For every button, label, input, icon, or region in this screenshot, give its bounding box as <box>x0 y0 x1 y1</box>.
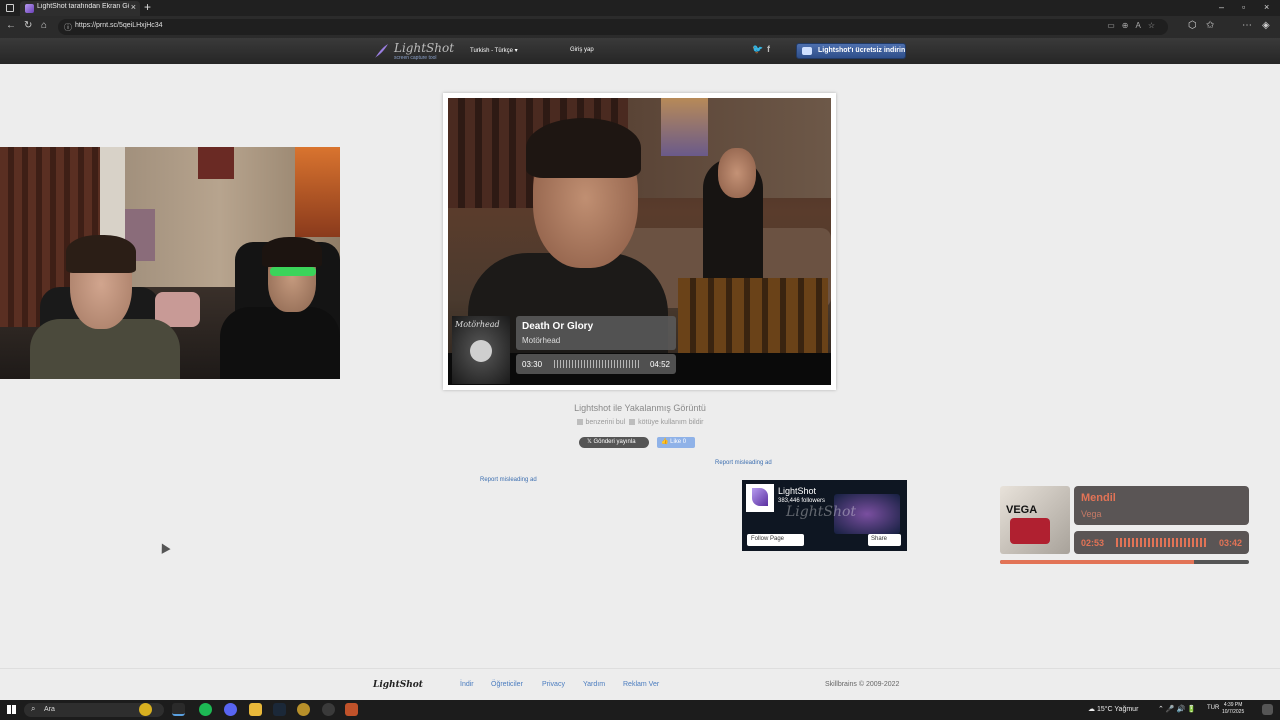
tab-actions-icon[interactable] <box>6 4 14 12</box>
download-button[interactable]: Lightshot'ı ücretsiz indirin <box>796 43 906 59</box>
report-ad-link[interactable]: Report misleading ad <box>715 460 772 466</box>
album-art: Motörhead <box>452 316 510 384</box>
home-icon[interactable]: ⌂ <box>41 20 47 31</box>
menu-icon[interactable]: ⋯ <box>1242 20 1252 31</box>
post-to-x-button[interactable]: 𝕏 Gönderi yayınla <box>579 437 649 448</box>
search-icon: ⌕ <box>31 704 36 713</box>
screenshot-frame[interactable]: Motörhead Death Or Glory Motörhead 03:30… <box>443 93 836 390</box>
language-select[interactable]: Turkish - Türkçe ▾ <box>470 47 518 54</box>
webcam-overlay <box>0 147 340 379</box>
footer-link-help[interactable]: Yardım <box>583 681 605 688</box>
share-button[interactable]: Share <box>868 534 901 546</box>
find-similar-link[interactable]: benzerini bul <box>586 419 626 426</box>
feather-icon <box>375 44 388 58</box>
copyright: Skillbrains © 2009-2022 <box>825 681 900 688</box>
screenshot-caption: Lightshot ile Yakalanmış Görüntü <box>574 403 706 413</box>
now-playing-card: Mendil Vega <box>1074 486 1249 525</box>
caption-links: benzerini bul kötüye kullanım bildir <box>0 419 1280 426</box>
browser-toolbar: ← ↻ ⌂ ⓘ https://prnt.sc/5qeiLHxjHc34 ▭⊕A… <box>0 16 1280 38</box>
obs-app-icon[interactable] <box>322 703 335 716</box>
fb-cover-watermark: LightShot <box>786 504 857 520</box>
address-bar[interactable]: ⓘ https://prnt.sc/5qeiLHxjHc34 ▭⊕A☆ <box>58 19 1168 35</box>
facebook-like-button[interactable]: 👍 Like 0 <box>657 437 695 448</box>
new-tab-button[interactable]: + <box>144 0 151 14</box>
track-duration: 03:42 <box>1218 538 1242 548</box>
minimize-button[interactable]: – <box>1219 2 1224 12</box>
extensions-icon[interactable]: ⬡ <box>1188 20 1197 31</box>
footer-link-privacy[interactable]: Privacy <box>542 681 565 688</box>
active-app-icon[interactable] <box>345 703 358 716</box>
waveform-icon <box>1116 538 1208 547</box>
download-icon <box>802 47 812 55</box>
league-app-icon[interactable] <box>297 703 310 716</box>
now-playing-card: Death Or Glory Motörhead <box>516 316 676 350</box>
input-language[interactable]: TUR <box>1207 705 1219 711</box>
footer-link-advertise[interactable]: Reklam Ver <box>623 681 659 688</box>
waveform-icon <box>554 360 640 368</box>
site-header: LightShot screen capture tool Turkish - … <box>0 38 1280 64</box>
notification-icon[interactable] <box>1262 704 1273 715</box>
album-art: VEGA <box>1000 486 1070 554</box>
report-ad-link[interactable]: Report misleading ad <box>480 477 537 483</box>
track-artist: Motörhead <box>522 336 561 345</box>
copilot-icon[interactable]: ◈ <box>1262 20 1270 31</box>
tab-title: LightShot tarafından Ekran Görün <box>37 3 129 10</box>
lightshot-favicon-icon <box>25 4 34 13</box>
report-abuse-link[interactable]: kötüye kullanım bildir <box>638 419 703 426</box>
weather-widget[interactable]: ☁ 15°C Yağmur <box>1088 705 1138 713</box>
spotify-app-icon[interactable] <box>199 703 212 716</box>
browser-tab[interactable]: LightShot tarafından Ekran Görün × <box>20 1 140 16</box>
browser-tabbar: LightShot tarafından Ekran Görün × + – ▫… <box>0 0 1280 16</box>
tab-close-icon[interactable]: × <box>131 2 136 12</box>
playback-progress-bar <box>1000 560 1249 564</box>
footer-link-download[interactable]: İndir <box>460 681 474 688</box>
refresh-icon[interactable]: ↻ <box>24 20 32 31</box>
login-link[interactable]: Giriş yap <box>570 47 594 53</box>
lightshot-page-avatar <box>746 484 774 512</box>
playback-progress-fill <box>1000 560 1195 564</box>
address-bar-actions-icon[interactable]: ▭⊕A☆ <box>1107 21 1162 30</box>
fb-page-name[interactable]: LightShot <box>778 486 816 496</box>
footer-divider <box>0 668 1280 669</box>
skull-icon <box>470 340 492 362</box>
follow-page-button[interactable]: Follow Page <box>747 534 804 546</box>
footer-logo[interactable]: LightShot <box>373 680 423 690</box>
mouse-cursor-icon <box>157 541 171 554</box>
facebook-icon[interactable]: f <box>767 44 770 54</box>
flag-icon <box>629 419 636 425</box>
url-text[interactable]: https://prnt.sc/5qeiLHxjHc34 <box>75 22 163 29</box>
footer-link-tutorials[interactable]: Öğreticiler <box>491 681 523 688</box>
system-tray-icons[interactable]: ⌃ 🎤 🔊 🔋 <box>1158 705 1196 713</box>
logo-name: LightShot <box>394 41 455 55</box>
edge-app-icon[interactable] <box>172 703 185 716</box>
back-icon[interactable]: ← <box>6 20 16 31</box>
close-window-button[interactable]: × <box>1264 2 1269 12</box>
clock[interactable]: 4:39 PM 10/7/2025 <box>1222 702 1244 716</box>
logo-tagline: screen capture tool <box>394 55 437 61</box>
copilot-app-icon[interactable] <box>139 703 152 716</box>
twitter-icon[interactable]: 🐦 <box>752 44 763 55</box>
track-artist: Vega <box>1081 509 1102 519</box>
track-duration: 04:52 <box>649 360 670 369</box>
taskbar: ⌕ Ara ☁ 15°C Yağmur ⌃ 🎤 🔊 🔋 TUR 4:39 PM … <box>0 700 1280 720</box>
restore-button[interactable]: ▫ <box>1242 2 1245 12</box>
screenshot-image[interactable]: Motörhead Death Or Glory Motörhead 03:30… <box>448 98 831 385</box>
search-icon <box>576 419 583 425</box>
discord-app-icon[interactable] <box>224 703 237 716</box>
site-info-icon[interactable]: ⓘ <box>64 22 72 33</box>
favorites-icon[interactable]: ✩ <box>1206 20 1214 31</box>
track-title: Death Or Glory <box>522 321 594 332</box>
facebook-page-widget[interactable]: LightShot 383,446 followers LightShot Fo… <box>742 480 907 551</box>
steam-app-icon[interactable] <box>273 703 286 716</box>
elapsed-time: 03:30 <box>522 360 543 369</box>
start-icon[interactable] <box>7 705 16 714</box>
elapsed-time: 02:53 <box>1081 538 1105 548</box>
now-playing-timebar: 03:30 04:52 <box>516 354 676 374</box>
now-playing-timebar: 02:53 03:42 <box>1074 531 1249 554</box>
file-explorer-icon[interactable] <box>249 703 262 716</box>
track-title: Mendil <box>1081 492 1116 504</box>
